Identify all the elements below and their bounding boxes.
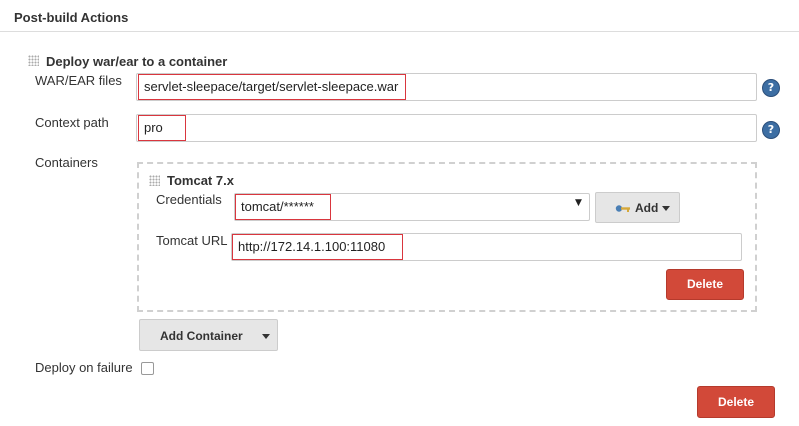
section-divider: [0, 31, 799, 32]
add-button-label: Add: [635, 201, 659, 215]
caret-down-icon: [262, 334, 270, 339]
war-files-value[interactable]: servlet-sleepace/target/servlet-sleepace…: [138, 74, 406, 100]
section-title: Post-build Actions: [14, 10, 129, 25]
tomcat-url-value[interactable]: http://172.14.1.100:11080: [232, 234, 403, 260]
credentials-value[interactable]: tomcat/******: [235, 194, 331, 220]
help-icon[interactable]: ?: [762, 121, 780, 139]
key-icon: [615, 205, 630, 212]
tomcat-url-label: Tomcat URL: [156, 233, 228, 248]
deploy-on-failure-label: Deploy on failure: [35, 360, 133, 375]
drag-handle-icon[interactable]: [149, 175, 160, 186]
war-files-label: WAR/EAR files: [35, 73, 122, 88]
credentials-label: Credentials: [156, 192, 222, 207]
context-path-input[interactable]: [136, 114, 757, 142]
caret-down-icon: [662, 206, 670, 211]
context-path-label: Context path: [35, 115, 109, 130]
drag-handle-icon[interactable]: [28, 55, 39, 66]
add-container-button[interactable]: Add Container: [139, 319, 278, 351]
delete-deploy-button[interactable]: Delete: [697, 386, 775, 418]
delete-tomcat-button[interactable]: Delete: [666, 269, 744, 300]
containers-label: Containers: [35, 155, 98, 170]
context-path-value[interactable]: pro: [138, 115, 186, 141]
deploy-on-failure-checkbox[interactable]: [141, 362, 154, 375]
help-icon[interactable]: ?: [762, 79, 780, 97]
add-credentials-button[interactable]: Add: [595, 192, 680, 223]
tomcat-block-title: Tomcat 7.x: [167, 173, 234, 188]
deploy-block-title: Deploy war/ear to a container: [46, 54, 228, 69]
add-container-label: Add Container: [160, 329, 243, 343]
select-arrow-icon[interactable]: ▼: [575, 198, 582, 208]
